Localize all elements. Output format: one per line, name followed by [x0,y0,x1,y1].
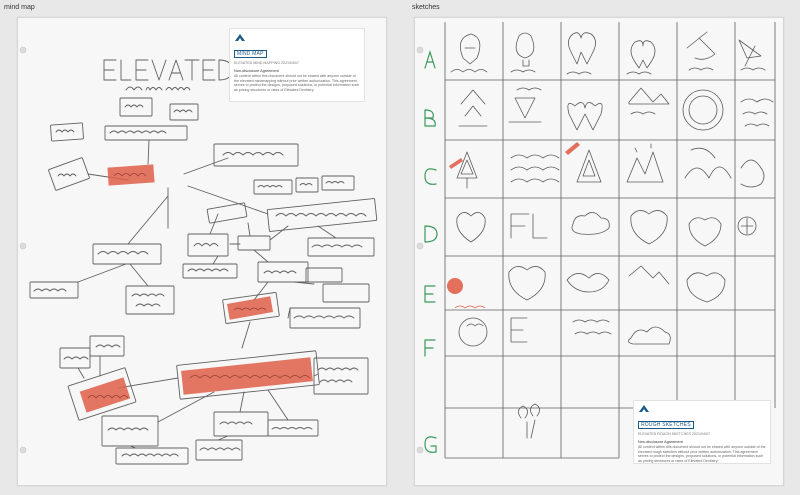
card-title: MIND MAP [234,50,267,58]
card-subtitle: ELEVATED MIND MAPPING 2021/04/07 [234,61,299,65]
card-title: ROUGH SKETCHES [638,421,694,429]
card-body: All content within this document should … [234,74,360,92]
mindmap-info-card[interactable]: MIND MAP ELEVATED MIND MAPPING 2021/04/0… [229,28,365,102]
sketches-info-card[interactable]: ROUGH SKETCHES ELEVATED ROUGH SKETCHES 2… [633,400,771,464]
card-subtitle: ELEVATED ROUGH SKETCHES 2021/04/07 [638,432,710,436]
frame-label-sketches[interactable]: sketches [412,4,440,11]
card-heading: Non-disclosure Agreement [638,440,683,444]
logo-mountain-icon [235,34,245,41]
frame-label-mindmap[interactable]: mind map [4,4,35,11]
logo-mountain-icon [639,405,649,412]
artboard-mindmap[interactable]: MIND MAP ELEVATED MIND MAPPING 2021/04/0… [17,17,387,486]
card-body: All content within this document should … [638,445,766,463]
artboard-sketches[interactable]: ROUGH SKETCHES ELEVATED ROUGH SKETCHES 2… [414,17,784,486]
card-heading: Non-disclosure Agreement [234,69,279,73]
